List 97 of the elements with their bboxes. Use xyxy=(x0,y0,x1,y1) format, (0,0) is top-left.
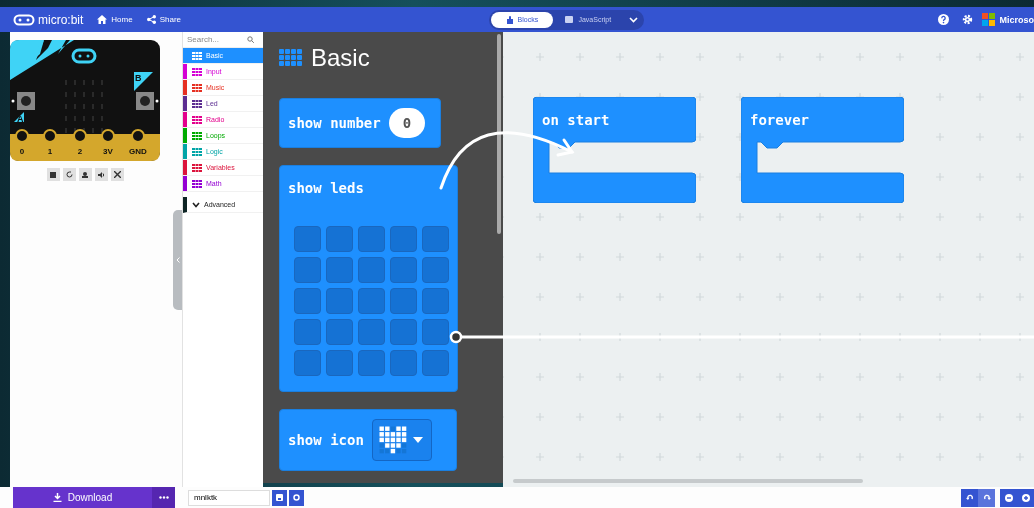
repository-button[interactable] xyxy=(289,489,304,506)
code-icon xyxy=(565,16,574,23)
led-toggle[interactable] xyxy=(422,319,449,345)
grid-icon xyxy=(279,49,303,67)
caret-icon xyxy=(412,437,423,443)
pin-label: 2 xyxy=(77,147,83,156)
save-button[interactable] xyxy=(272,489,287,506)
zoom-in-icon xyxy=(1021,493,1030,502)
settings-icon[interactable] xyxy=(962,14,974,25)
led-toggle[interactable] xyxy=(294,226,321,252)
more-icon xyxy=(158,496,169,499)
led-toggle[interactable] xyxy=(294,257,321,283)
zoom-out-button[interactable] xyxy=(1000,488,1017,507)
led-toggle[interactable] xyxy=(326,226,353,252)
led-toggle[interactable] xyxy=(358,288,385,314)
icon-dropdown[interactable] xyxy=(371,419,432,461)
project-name-field[interactable]: mnlktk xyxy=(188,489,270,506)
event-block[interactable]: forever xyxy=(741,97,904,203)
download-icon xyxy=(52,493,62,502)
pin-label: 0 xyxy=(19,147,25,156)
show-leds-block[interactable]: show leds xyxy=(279,165,458,392)
number-field[interactable]: 0 xyxy=(388,108,426,138)
nav-link[interactable]: Share xyxy=(146,15,182,24)
collapse-handle[interactable] xyxy=(173,210,182,310)
category-icon xyxy=(192,147,202,156)
category-icon xyxy=(192,163,202,172)
led-toggle[interactable] xyxy=(358,257,385,283)
led-toggle[interactable] xyxy=(390,288,417,314)
redo-button[interactable] xyxy=(978,488,995,507)
zoom-in-button[interactable] xyxy=(1017,488,1034,507)
category-icon xyxy=(192,67,202,76)
category-icon xyxy=(192,131,202,140)
restart-button[interactable] xyxy=(62,168,76,181)
led-toggle[interactable] xyxy=(294,319,321,345)
led-toggle[interactable] xyxy=(422,257,449,283)
led-toggle[interactable] xyxy=(326,319,353,345)
led-toggle[interactable] xyxy=(422,350,449,376)
circle-icon xyxy=(293,494,300,501)
led-toggle[interactable] xyxy=(390,257,417,283)
pin-label: 3V xyxy=(103,147,113,156)
led-toggle[interactable] xyxy=(326,288,353,314)
led-toggle[interactable] xyxy=(294,350,321,376)
led-toggle[interactable] xyxy=(358,226,385,252)
event-block[interactable]: on start xyxy=(533,97,696,203)
category-icon xyxy=(192,51,202,60)
expand-icon xyxy=(113,171,121,178)
microbit-board-drawing[interactable]: A B 0 1 2 3V GND xyxy=(10,40,160,161)
led-toggle[interactable] xyxy=(390,226,417,252)
led-toggle[interactable] xyxy=(358,319,385,345)
category-icon xyxy=(192,99,202,108)
chevron-down-icon xyxy=(192,201,200,208)
category-icon xyxy=(192,115,202,124)
microbit-icon xyxy=(13,13,35,26)
led-toggle[interactable] xyxy=(326,350,353,376)
category-icon xyxy=(192,179,202,188)
led-toggle[interactable] xyxy=(422,226,449,252)
led-toggle[interactable] xyxy=(422,288,449,314)
led-toggle[interactable] xyxy=(326,257,353,283)
help-icon[interactable] xyxy=(938,14,950,25)
share-icon xyxy=(146,15,156,24)
show-icon-block[interactable]: show icon xyxy=(279,409,457,471)
download-button[interactable]: Download xyxy=(13,487,152,508)
led-toggle[interactable] xyxy=(390,319,417,345)
stop-icon xyxy=(50,171,56,178)
search-icon xyxy=(247,36,254,43)
fullscreen-button[interactable] xyxy=(110,168,124,181)
puzzle-icon xyxy=(506,15,513,24)
restart-icon xyxy=(65,171,73,178)
category-icon xyxy=(192,83,202,92)
chevron-left-icon xyxy=(175,257,180,263)
microbit-logo[interactable]: micro:bit xyxy=(13,12,84,27)
led-toggle[interactable] xyxy=(358,350,385,376)
nav-link[interactable]: Home xyxy=(97,15,133,24)
undo-icon xyxy=(965,494,974,501)
slow-motion-button[interactable] xyxy=(78,168,92,181)
pin-label: 1 xyxy=(47,147,53,156)
stop-button[interactable] xyxy=(46,168,60,181)
more-button[interactable] xyxy=(152,487,175,508)
flyout-title: Basic xyxy=(311,44,370,72)
undo-button[interactable] xyxy=(961,488,978,507)
pin-label: GND xyxy=(129,147,147,156)
led-toggle[interactable] xyxy=(390,350,417,376)
home-icon xyxy=(97,15,108,24)
heart-icon xyxy=(378,426,407,454)
scrollbar[interactable] xyxy=(513,479,863,483)
redo-icon xyxy=(982,494,991,501)
show-number-block[interactable]: show number 0 xyxy=(279,98,441,148)
mute-button[interactable] xyxy=(94,168,108,181)
button-label: B xyxy=(135,73,142,83)
four-squares-icon xyxy=(982,13,996,26)
button-label: A xyxy=(17,114,24,124)
scrollbar[interactable] xyxy=(497,34,501,234)
zoom-out-icon xyxy=(1004,493,1013,502)
chevron-down-icon[interactable] xyxy=(629,16,639,23)
led-toggle[interactable] xyxy=(294,288,321,314)
speaker-icon xyxy=(97,171,105,178)
microsoft-logo[interactable]: Microso xyxy=(982,13,1034,26)
